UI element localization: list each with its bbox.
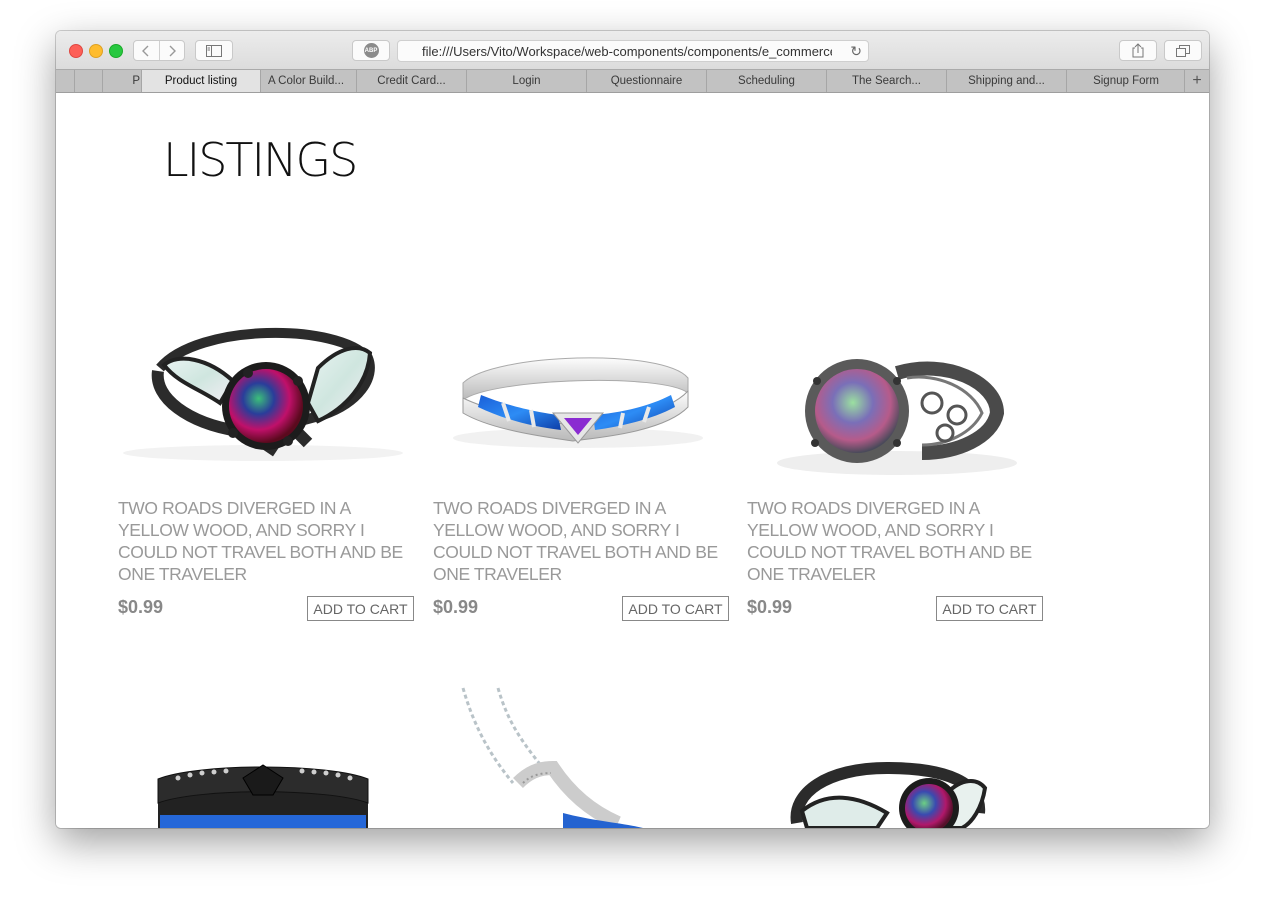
product-image[interactable]	[118, 683, 416, 828]
tab-credit-card[interactable]: Credit Card...	[356, 70, 466, 92]
forward-button[interactable]	[158, 41, 185, 60]
tab-product-listing[interactable]: Product listing	[141, 70, 261, 92]
back-button[interactable]	[134, 41, 159, 60]
tab-color-builder[interactable]: A Color Build...	[255, 70, 356, 92]
product-description: TWO ROADS DIVERGED IN A YELLOW WOOD, AND…	[747, 498, 1032, 584]
product-image[interactable]	[433, 683, 731, 828]
silver-bangle-icon	[453, 357, 703, 448]
adblock-button[interactable]: ABP	[352, 40, 390, 61]
product-image[interactable]	[433, 303, 731, 503]
share-icon	[1132, 43, 1144, 58]
add-to-cart-button[interactable]: ADD TO CART	[307, 596, 414, 621]
sidebar-toggle-button[interactable]	[195, 40, 233, 61]
tab-shipping[interactable]: Shipping and...	[946, 70, 1066, 92]
new-tab-button[interactable]: +	[1184, 70, 1209, 92]
product-image[interactable]	[118, 303, 416, 503]
reload-icon[interactable]: ↻	[850, 43, 862, 60]
silver-necklace-icon	[461, 687, 643, 828]
tab-pinned[interactable]	[74, 70, 102, 92]
sidebar-icon	[206, 44, 222, 57]
chevron-right-icon	[169, 45, 176, 56]
product-image[interactable]	[747, 683, 1045, 828]
tab-scheduling[interactable]: Scheduling	[706, 70, 826, 92]
tab-partial[interactable]: P	[102, 70, 142, 92]
tab-login[interactable]: Login	[466, 70, 586, 92]
navigation-buttons	[133, 40, 185, 61]
filigree-ring-icon	[777, 359, 1017, 475]
maximize-window-button[interactable]	[109, 44, 123, 58]
product-price: $0.99	[747, 597, 793, 617]
browser-window: ABP file:///Users/Vito/Workspace/web-com…	[56, 31, 1209, 828]
close-window-button[interactable]	[69, 44, 83, 58]
chevron-left-icon	[142, 45, 149, 56]
product-image[interactable]	[747, 303, 1045, 503]
page-title: LISTINGS	[163, 133, 358, 187]
black-ring-opal-icon	[790, 761, 988, 828]
black-band-ring-icon	[157, 764, 369, 828]
tab-questionnaire[interactable]: Questionnaire	[586, 70, 706, 92]
share-button[interactable]	[1119, 40, 1157, 61]
adblock-icon: ABP	[363, 43, 379, 58]
product-price: $0.99	[118, 597, 164, 617]
add-to-cart-button[interactable]: ADD TO CART	[622, 596, 729, 621]
minimize-window-button[interactable]	[89, 44, 103, 58]
tab-search[interactable]: The Search...	[826, 70, 946, 92]
product-price: $0.99	[433, 597, 479, 617]
title-bar: ABP file:///Users/Vito/Workspace/web-com…	[56, 31, 1209, 69]
tab-bar: P A Color Build... Product listing Credi…	[56, 69, 1209, 93]
url-text: file:///Users/Vito/Workspace/web-compone…	[422, 43, 832, 59]
tabs-overview-icon	[1176, 44, 1190, 57]
address-bar[interactable]: file:///Users/Vito/Workspace/web-compone…	[397, 40, 869, 62]
tab-signup-form[interactable]: Signup Form	[1066, 70, 1185, 92]
add-to-cart-button[interactable]: ADD TO CART	[936, 596, 1043, 621]
black-ring-opal-icon	[123, 327, 403, 461]
show-all-tabs-button[interactable]	[1164, 40, 1202, 61]
product-description: TWO ROADS DIVERGED IN A YELLOW WOOD, AND…	[118, 498, 403, 584]
product-description: TWO ROADS DIVERGED IN A YELLOW WOOD, AND…	[433, 498, 718, 584]
page-content: LISTINGS TWO ROADS DIVERGED IN A YELLOW …	[56, 93, 1209, 828]
